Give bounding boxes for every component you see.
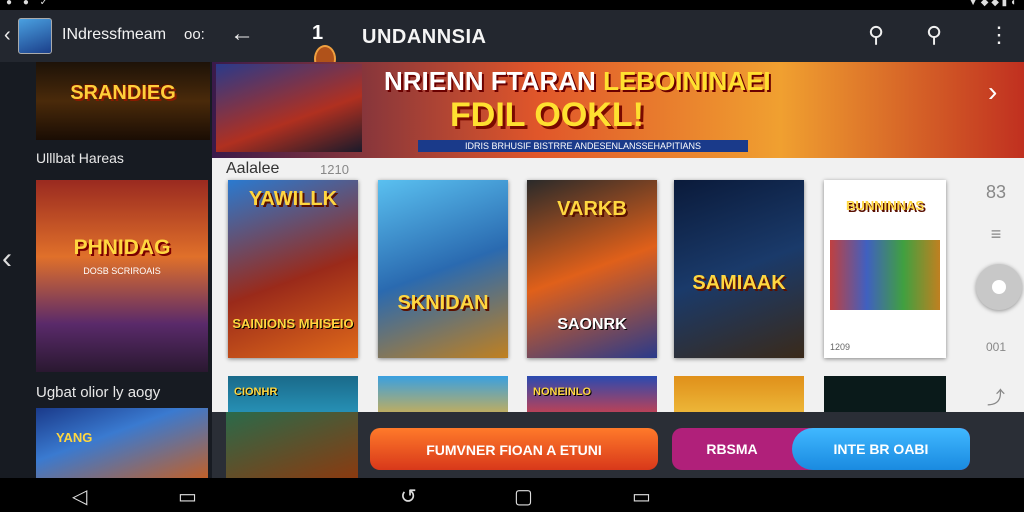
game-title: SKNIDAN — [397, 292, 489, 314]
hero-strip: IDRIS BRHUSIF BISTRRE ANDESENLANSSEHAPIT… — [418, 140, 748, 152]
left-section-title-2: Ugbat olior ly aogy — [36, 384, 161, 401]
left-bottom-card[interactable]: YANG — [36, 408, 208, 478]
game-tag: SAINIONS MHISEIO — [232, 316, 354, 331]
back-icon[interactable]: ‹ — [4, 24, 11, 47]
hero-subheadline: FDIL OOKL! — [450, 96, 644, 134]
game-title: SAMIAAK — [692, 272, 786, 294]
game-art — [830, 240, 940, 310]
status-bar: ● ● ✓ ▼ ◆ ◆ ▮ ◖ — [0, 0, 1024, 10]
left-poster[interactable]: PHNIDAG DOSB SCRIROAIS — [36, 180, 208, 372]
game-title: VARKB — [557, 198, 627, 220]
split-button-right[interactable]: INTE BR OABI — [792, 428, 970, 470]
game-card[interactable]: BUNNINNAS 1209 — [824, 180, 946, 358]
hero-headline: NRIENN FTARAN LEBOININAEI — [384, 66, 771, 96]
menu-icon[interactable]: ≡ — [982, 224, 1010, 245]
status-icons-right: ▼ ◆ ◆ ▮ ◖ — [968, 0, 1016, 8]
left-bottom-title: YANG — [56, 430, 93, 445]
left-banner[interactable]: SRANDIEG — [36, 62, 210, 140]
game-card[interactable]: VARKB SAONRK — [527, 180, 657, 358]
circle-icon — [992, 280, 1006, 294]
game-title: BUNNINNAS — [846, 198, 924, 213]
avatar[interactable] — [18, 18, 52, 54]
primary-action-button[interactable]: FUMVNER FIOAN A ETUNI — [370, 428, 658, 470]
nav-overview-icon[interactable]: ▭ — [632, 484, 651, 509]
game-card[interactable]: SAMIAAK — [674, 180, 804, 358]
left-banner-title: SRANDIEG — [70, 82, 176, 104]
status-icons-left: ● ● ✓ — [6, 0, 53, 8]
search-icon[interactable]: ⚲ — [868, 22, 884, 48]
left-panel-more[interactable]: oo: — [184, 26, 205, 43]
side-label-top: 83 — [985, 182, 1007, 202]
floating-action-button[interactable] — [976, 264, 1022, 310]
nav-recents-icon[interactable]: ▭ — [178, 484, 197, 509]
section-count: 1210 — [320, 162, 349, 177]
nav-back-arrow-icon[interactable]: ↺ — [400, 484, 417, 509]
top-app-bar: ← 1 UNDANNSIA ⚲ ⚲ ⋮ — [212, 10, 1024, 73]
main-panel: ← 1 UNDANNSIA ⚲ ⚲ ⋮ NRIENN FTARAN LEBOIN… — [212, 10, 1024, 478]
share-icon[interactable]: ⤴ — [982, 384, 1010, 410]
search-icon[interactable]: ⚲ — [926, 22, 942, 48]
chevron-right-icon[interactable]: › — [988, 76, 997, 108]
split-action-button[interactable]: RBSMA INTE BR OABI — [672, 428, 970, 470]
nav-home-icon[interactable]: ▢ — [514, 484, 533, 509]
page-title: UNDANNSIA — [362, 26, 487, 48]
hero-thumbnail[interactable] — [216, 64, 362, 152]
hero-banner[interactable]: NRIENN FTARAN LEBOININAEI FDIL OOKL! IDR… — [212, 62, 1024, 158]
game-title: CIONHR — [234, 386, 278, 398]
app-logo: 1 — [312, 22, 346, 73]
split-button-left[interactable]: RBSMA — [672, 428, 792, 470]
section-title: Aalalee — [226, 160, 280, 177]
left-panel-title: INdressfmeam — [62, 26, 167, 43]
game-title: YAWILLK — [248, 188, 338, 210]
bottom-thumbnail[interactable] — [226, 412, 358, 478]
nav-back-icon[interactable]: ◁ — [72, 484, 87, 509]
left-poster-title: PHNIDAG — [73, 236, 171, 259]
left-section-title: Ulllbat Hareas — [36, 150, 124, 166]
side-label-bottom: 001 — [985, 340, 1007, 354]
left-poster-subtitle: DOSB SCRIROAIS — [83, 266, 161, 276]
game-tag: SAONRK — [557, 316, 627, 333]
game-card[interactable]: YAWILLK SAINIONS MHISEIO — [228, 180, 358, 358]
game-card[interactable]: SKNIDAN — [378, 180, 508, 358]
left-panel: ‹ INdressfmeam oo: SRANDIEG Ulllbat Hare… — [0, 10, 212, 478]
more-vert-icon[interactable]: ⋮ — [988, 22, 1010, 48]
system-nav-bar: ◁ ▭ ↺ ▢ ▭ — [0, 478, 1024, 512]
game-title: NONEINLO — [533, 386, 592, 398]
left-panel-header: ‹ INdressfmeam oo: — [0, 10, 212, 62]
game-meta: 1209 — [830, 342, 851, 352]
back-icon[interactable]: ← — [230, 20, 254, 48]
chevron-left-icon[interactable]: ‹ — [2, 242, 12, 276]
